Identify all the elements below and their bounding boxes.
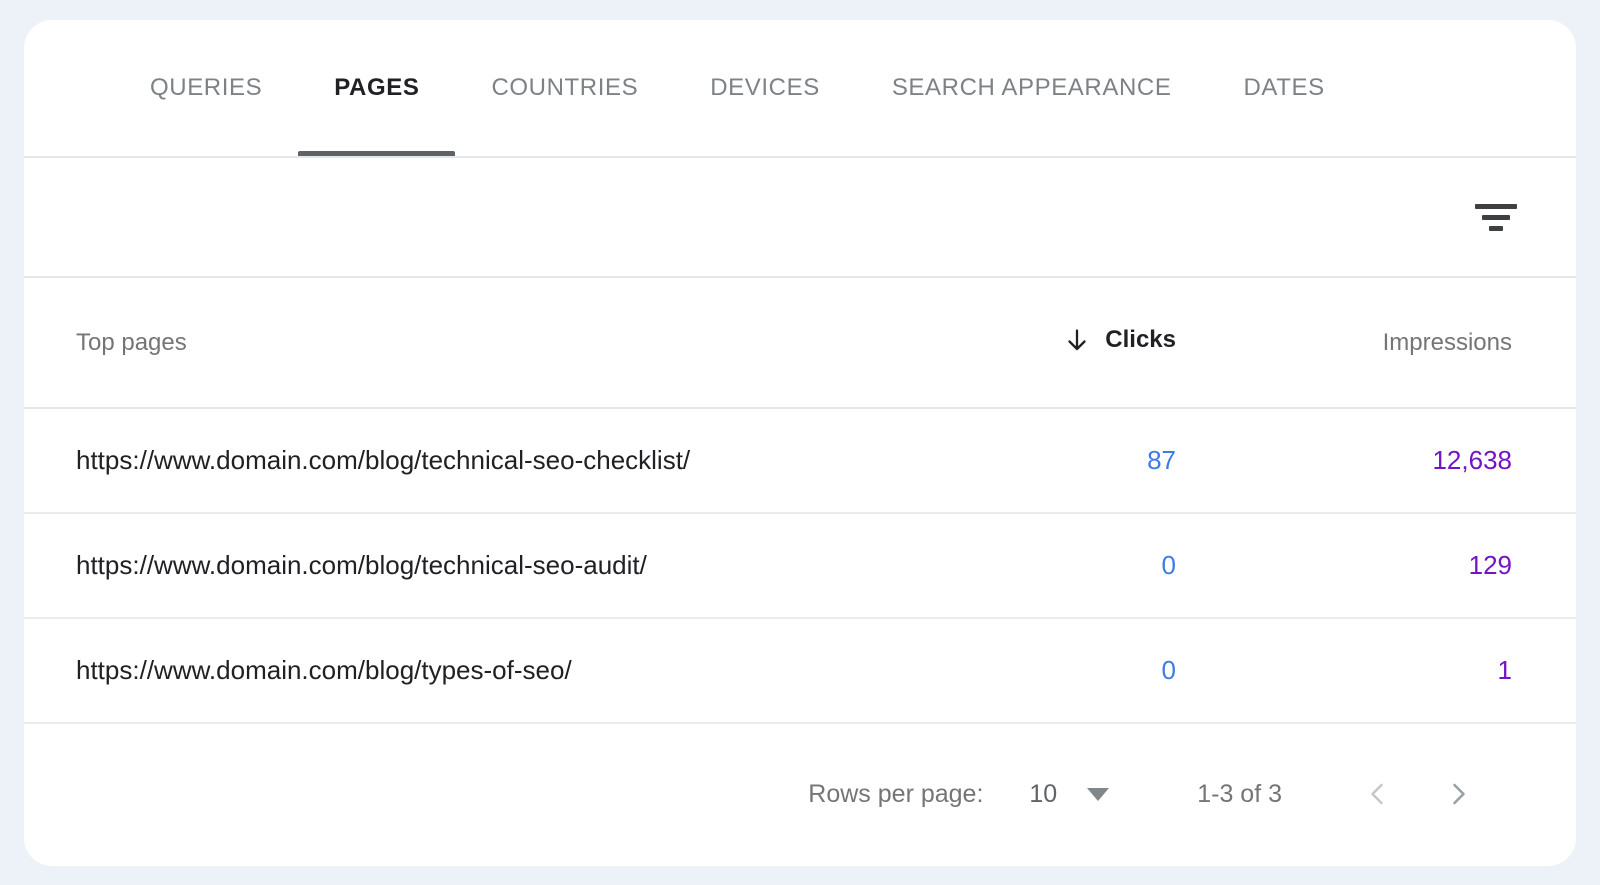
filter-icon-bar bbox=[1475, 204, 1517, 209]
impressions-value: 129 bbox=[1176, 550, 1512, 581]
clicks-value: 87 bbox=[1026, 445, 1176, 476]
impressions-value: 1 bbox=[1176, 655, 1512, 686]
page-url[interactable]: https://www.domain.com/blog/technical-se… bbox=[76, 550, 1026, 581]
table-toolbar bbox=[24, 158, 1576, 278]
filter-icon-bar bbox=[1489, 226, 1503, 231]
column-header-clicks-label: Clicks bbox=[1105, 326, 1176, 354]
tab-queries[interactable]: QUERIES bbox=[114, 20, 298, 156]
tab-dates[interactable]: DATES bbox=[1207, 20, 1360, 156]
page-url[interactable]: https://www.domain.com/blog/types-of-seo… bbox=[76, 655, 1026, 686]
arrow-down-icon bbox=[1063, 326, 1091, 354]
table-row[interactable]: https://www.domain.com/blog/technical-se… bbox=[24, 409, 1576, 514]
rows-per-page-label: Rows per page: bbox=[808, 780, 983, 809]
tab-devices[interactable]: DEVICES bbox=[674, 20, 856, 156]
dropdown-caret-icon bbox=[1087, 788, 1109, 801]
dimension-tabbar: QUERIES PAGES COUNTRIES DEVICES SEARCH A… bbox=[24, 20, 1576, 158]
filter-icon-bar bbox=[1482, 215, 1510, 220]
clicks-value: 0 bbox=[1026, 550, 1176, 581]
table-header-row: Top pages Clicks Impressions bbox=[24, 278, 1576, 409]
column-header-impressions[interactable]: Impressions bbox=[1176, 329, 1512, 357]
column-header-top-pages: Top pages bbox=[76, 329, 1026, 357]
table-row[interactable]: https://www.domain.com/blog/technical-se… bbox=[24, 514, 1576, 619]
pagination-bar: Rows per page: 10 1-3 of 3 bbox=[24, 724, 1576, 864]
column-header-clicks[interactable]: Clicks bbox=[1026, 326, 1176, 359]
clicks-value: 0 bbox=[1026, 655, 1176, 686]
page-url[interactable]: https://www.domain.com/blog/technical-se… bbox=[76, 445, 1026, 476]
chevron-left-icon[interactable] bbox=[1358, 774, 1398, 814]
rows-per-page-value: 10 bbox=[1029, 780, 1057, 809]
tab-search-appearance[interactable]: SEARCH APPEARANCE bbox=[856, 20, 1208, 156]
pagination-range-label: 1-3 of 3 bbox=[1197, 780, 1282, 809]
filter-icon[interactable] bbox=[1469, 198, 1523, 237]
chevron-right-icon[interactable] bbox=[1438, 774, 1478, 814]
tab-countries[interactable]: COUNTRIES bbox=[455, 20, 674, 156]
rows-per-page-select[interactable]: 10 bbox=[1029, 780, 1109, 809]
impressions-value: 12,638 bbox=[1176, 445, 1512, 476]
tab-pages[interactable]: PAGES bbox=[298, 20, 455, 156]
performance-report-card: QUERIES PAGES COUNTRIES DEVICES SEARCH A… bbox=[24, 20, 1576, 866]
table-row[interactable]: https://www.domain.com/blog/types-of-seo… bbox=[24, 619, 1576, 724]
